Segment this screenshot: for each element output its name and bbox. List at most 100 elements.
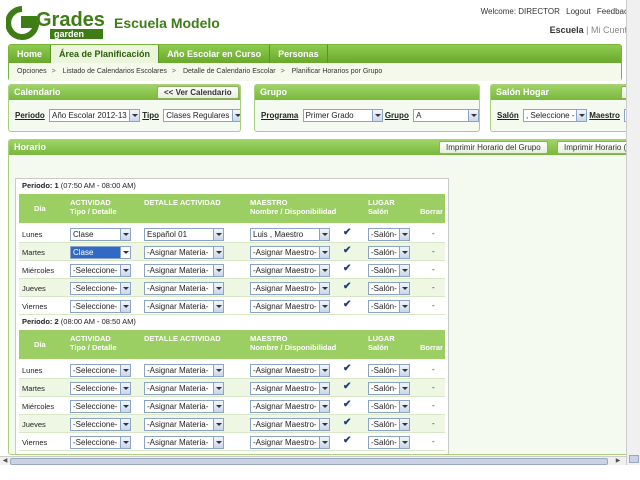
chevron-down-icon xyxy=(468,110,479,121)
maestro-select[interactable]: -Asignar Maestro- xyxy=(250,436,330,449)
tipo-actividad-select[interactable]: -Seleccione- xyxy=(70,418,131,431)
grades-garden-logo[interactable]: Grades garden xyxy=(6,6,104,40)
tipo-actividad-select[interactable]: -Seleccione- xyxy=(70,436,131,449)
chevron-down-icon xyxy=(319,383,329,394)
chevron-down-icon xyxy=(319,247,329,258)
materia-select[interactable]: -Asignar Materia- xyxy=(144,418,224,431)
maestro-select[interactable]: -Asignar Maestro- xyxy=(250,400,330,413)
calendario-panel: Calendario << Ver Calendario Periodo Año… xyxy=(8,84,241,132)
salon-select[interactable]: -Salón- xyxy=(368,228,410,241)
materia-select[interactable]: -Asignar Materia- xyxy=(144,400,224,413)
tab-home[interactable]: Home xyxy=(9,45,52,63)
delete-link[interactable]: - xyxy=(432,401,435,410)
maestro-select[interactable]: -Asignar Maestro- xyxy=(250,300,330,313)
materia-select[interactable]: -Asignar Materia- xyxy=(144,264,224,277)
col-detalle-actividad: DETALLE ACTIVIDAD xyxy=(144,334,221,343)
periodo-label: Periodo xyxy=(15,110,45,120)
delete-link[interactable]: - xyxy=(432,301,435,310)
materia-select[interactable]: -Asignar Materia- xyxy=(144,382,224,395)
horario-panel: Horario Imprimir Horario del Grupo Impri… xyxy=(8,139,640,455)
table-row: Lunes Clase Español 01 Luis , Maestro ✔ … xyxy=(19,225,445,243)
maestro-select[interactable]: -Asignar Maestro- xyxy=(250,418,330,431)
programa-select[interactable]: Primer Grado xyxy=(302,109,383,122)
salon-select[interactable]: -Salón- xyxy=(368,300,410,313)
periodo-select[interactable]: Año Escolar 2012-13 xyxy=(49,109,141,122)
salon-select[interactable]: -Salón- xyxy=(368,364,410,377)
tipo-actividad-select[interactable]: Clase xyxy=(70,246,131,259)
delete-link[interactable]: - xyxy=(432,265,435,274)
delete-link[interactable]: - xyxy=(432,437,435,446)
breadcrumb: Opciones > Listado de Calendarios Escolar… xyxy=(9,63,621,81)
tipo-actividad-select[interactable]: -Seleccione- xyxy=(70,382,131,395)
delete-link[interactable]: - xyxy=(432,247,435,256)
chevron-down-icon xyxy=(319,301,329,312)
breadcrumb-listado-calendarios[interactable]: Listado de Calendarios Escolares xyxy=(63,68,167,75)
salon-select[interactable]: -Salón- xyxy=(368,282,410,295)
maestro-select[interactable]: -Asignar Maestro- xyxy=(250,382,330,395)
grupo-panel: Grupo Programa Primer Grado Grupo A xyxy=(254,84,480,132)
salon-select[interactable]: -Salón- xyxy=(368,246,410,259)
breadcrumb-detalle-calendario[interactable]: Detalle de Calendario Escolar xyxy=(183,68,276,75)
availability-check-icon: ✔ xyxy=(343,381,352,392)
maestro-select[interactable]: -Asignar Maestro- xyxy=(250,282,330,295)
tipo-label: Tipo xyxy=(142,110,159,120)
maestro-select[interactable]: Luis , Maestro xyxy=(250,228,330,241)
chevron-down-icon xyxy=(120,401,130,412)
delete-link[interactable]: - xyxy=(432,229,435,238)
tipo-select[interactable]: Clases Regulares xyxy=(163,109,240,122)
period-heading: Periodo: 2 (08:00 AM - 08:50 AM) xyxy=(22,317,136,326)
scrollbar-thumb[interactable] xyxy=(10,458,608,465)
availability-check-icon: ✔ xyxy=(343,435,352,446)
materia-select[interactable]: -Asignar Materia- xyxy=(144,436,224,449)
tab-area-planificacion[interactable]: Área de Planificación xyxy=(51,45,160,63)
day-label: Martes xyxy=(22,384,45,393)
availability-check-icon: ✔ xyxy=(343,263,352,274)
materia-select[interactable]: -Asignar Materia- xyxy=(144,364,224,377)
ver-calendario-button[interactable]: << Ver Calendario xyxy=(157,86,239,99)
salon-select[interactable]: , Seleccione - xyxy=(523,109,588,122)
materia-select[interactable]: -Asignar Materia- xyxy=(144,300,224,313)
salon-select[interactable]: -Salón- xyxy=(368,418,410,431)
main-navigation: Home Área de Planificación Año Escolar e… xyxy=(8,44,622,81)
materia-select[interactable]: -Asignar Materia- xyxy=(144,246,224,259)
breadcrumb-opciones[interactable]: Opciones xyxy=(17,68,47,75)
horizontal-scrollbar[interactable]: ◀ ▶ xyxy=(0,456,626,465)
chevron-down-icon xyxy=(399,265,409,276)
tab-ano-escolar[interactable]: Año Escolar en Curso xyxy=(159,45,271,63)
tipo-actividad-select[interactable]: Clase xyxy=(70,228,131,241)
maestro-select[interactable]: -Asignar Maestro- xyxy=(250,264,330,277)
tipo-actividad-select[interactable]: -Seleccione- xyxy=(70,264,131,277)
materia-select[interactable]: Español 01 xyxy=(144,228,224,241)
maestro-select[interactable]: -Asignar Maestro- xyxy=(250,246,330,259)
imprimir-grupo-button[interactable]: Imprimir Horario del Grupo xyxy=(439,141,548,154)
materia-select[interactable]: -Asignar Materia- xyxy=(144,282,224,295)
salon-select[interactable]: -Salón- xyxy=(368,382,410,395)
salon-select[interactable]: -Salón- xyxy=(368,436,410,449)
delete-link[interactable]: - xyxy=(432,283,435,292)
vertical-scrollbar[interactable] xyxy=(626,0,640,465)
grupo-select[interactable]: A xyxy=(413,109,479,122)
delete-link[interactable]: - xyxy=(432,419,435,428)
chevron-down-icon xyxy=(120,229,130,240)
chevron-down-icon xyxy=(213,301,223,312)
day-label: Jueves xyxy=(22,420,46,429)
table-row: Martes Clase -Asignar Materia- -Asignar … xyxy=(19,243,445,261)
delete-link[interactable]: - xyxy=(432,365,435,374)
salon-select[interactable]: -Salón- xyxy=(368,400,410,413)
tab-personas[interactable]: Personas xyxy=(270,45,328,63)
scroll-right-icon[interactable]: ▶ xyxy=(614,458,622,465)
tipo-actividad-select[interactable]: -Seleccione- xyxy=(70,300,131,313)
tipo-actividad-select[interactable]: -Seleccione- xyxy=(70,400,131,413)
maestro-select[interactable]: -Asignar Maestro- xyxy=(250,364,330,377)
tipo-actividad-select[interactable]: -Seleccione- xyxy=(70,282,131,295)
chevron-down-icon xyxy=(120,283,130,294)
scrollbar-thumb[interactable] xyxy=(629,455,639,463)
school-name: Escuela Modelo xyxy=(114,15,220,31)
tipo-actividad-select[interactable]: -Seleccione- xyxy=(70,364,131,377)
escuela-link[interactable]: Escuela xyxy=(550,25,584,35)
salon-select[interactable]: -Salón- xyxy=(368,264,410,277)
logout-link[interactable]: Logout xyxy=(566,7,590,16)
delete-link[interactable]: - xyxy=(432,383,435,392)
scroll-left-icon[interactable]: ◀ xyxy=(1,458,9,465)
table-row: Lunes -Seleccione- -Asignar Materia- -As… xyxy=(19,361,445,379)
